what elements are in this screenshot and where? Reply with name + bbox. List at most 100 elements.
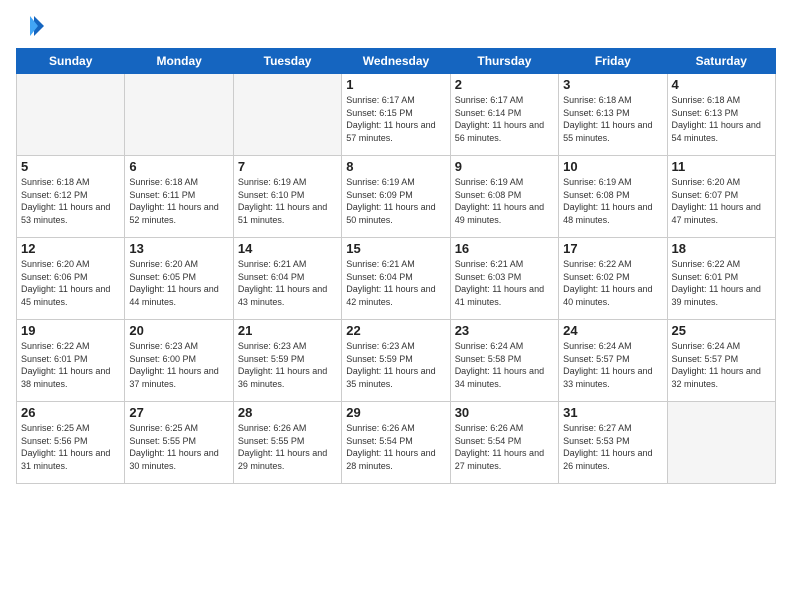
day-number: 27	[129, 405, 228, 420]
day-number: 25	[672, 323, 771, 338]
day-number: 30	[455, 405, 554, 420]
calendar-cell: 28Sunrise: 6:26 AMSunset: 5:55 PMDayligh…	[233, 402, 341, 484]
day-number: 1	[346, 77, 445, 92]
day-number: 20	[129, 323, 228, 338]
calendar-cell: 9 Sunrise: 6:19 AMSunset: 6:08 PMDaylight…	[450, 156, 558, 238]
cell-sun-info: Sunrise: 6:20 AMSunset: 6:07 PMDaylight:…	[672, 176, 771, 226]
cell-sun-info: Sunrise: 6:17 AMSunset: 6:14 PMDaylight:…	[455, 94, 554, 144]
cell-sun-info: Sunrise: 6:19 AMSunset: 6:08 PMDaylight:…	[563, 176, 662, 226]
cell-sun-info: Sunrise: 6:19 AMSunset: 6:09 PMDaylight:…	[346, 176, 445, 226]
day-number: 18	[672, 241, 771, 256]
day-number: 15	[346, 241, 445, 256]
calendar-cell: 10 Sunrise: 6:19 AMSunset: 6:08 PMDayligh…	[559, 156, 667, 238]
day-number: 14	[238, 241, 337, 256]
day-number: 4	[672, 77, 771, 92]
day-number: 23	[455, 323, 554, 338]
calendar-cell	[125, 74, 233, 156]
calendar-day-header: Friday	[559, 49, 667, 74]
cell-sun-info: Sunrise: 6:26 AMSunset: 5:54 PMDaylight:…	[346, 422, 445, 472]
page: SundayMondayTuesdayWednesdayThursdayFrid…	[0, 0, 792, 612]
calendar-cell: 24 Sunrise: 6:24 AMSunset: 5:57 PMDayligh…	[559, 320, 667, 402]
calendar-cell	[233, 74, 341, 156]
cell-sun-info: Sunrise: 6:18 AMSunset: 6:11 PMDaylight:…	[129, 176, 228, 226]
cell-sun-info: Sunrise: 6:21 AMSunset: 6:04 PMDaylight:…	[346, 258, 445, 308]
calendar-header-row: SundayMondayTuesdayWednesdayThursdayFrid…	[17, 49, 776, 74]
day-number: 21	[238, 323, 337, 338]
cell-sun-info: Sunrise: 6:23 AMSunset: 5:59 PMDaylight:…	[346, 340, 445, 390]
calendar-day-header: Tuesday	[233, 49, 341, 74]
calendar-cell: 19 Sunrise: 6:22 AMSunset: 6:01 PMDayligh…	[17, 320, 125, 402]
day-number: 8	[346, 159, 445, 174]
day-number: 17	[563, 241, 662, 256]
cell-sun-info: Sunrise: 6:21 AMSunset: 6:04 PMDaylight:…	[238, 258, 337, 308]
calendar-cell	[667, 402, 775, 484]
logo-icon	[16, 12, 44, 40]
cell-sun-info: Sunrise: 6:27 AMSunset: 5:53 PMDaylight:…	[563, 422, 662, 472]
cell-sun-info: Sunrise: 6:24 AMSunset: 5:57 PMDaylight:…	[672, 340, 771, 390]
cell-sun-info: Sunrise: 6:26 AMSunset: 5:54 PMDaylight:…	[455, 422, 554, 472]
cell-sun-info: Sunrise: 6:18 AMSunset: 6:13 PMDaylight:…	[672, 94, 771, 144]
calendar-cell: 1 Sunrise: 6:17 AMSunset: 6:15 PMDaylight…	[342, 74, 450, 156]
cell-sun-info: Sunrise: 6:19 AMSunset: 6:08 PMDaylight:…	[455, 176, 554, 226]
day-number: 2	[455, 77, 554, 92]
day-number: 10	[563, 159, 662, 174]
cell-sun-info: Sunrise: 6:23 AMSunset: 6:00 PMDaylight:…	[129, 340, 228, 390]
logo	[16, 12, 48, 40]
calendar-cell: 30 Sunrise: 6:26 AMSunset: 5:54 PMDayligh…	[450, 402, 558, 484]
calendar-week-row: 19 Sunrise: 6:22 AMSunset: 6:01 PMDayligh…	[17, 320, 776, 402]
day-number: 19	[21, 323, 120, 338]
day-number: 12	[21, 241, 120, 256]
cell-sun-info: Sunrise: 6:18 AMSunset: 6:13 PMDaylight:…	[563, 94, 662, 144]
calendar-cell: 16Sunrise: 6:21 AMSunset: 6:03 PMDayligh…	[450, 238, 558, 320]
day-number: 11	[672, 159, 771, 174]
calendar-week-row: 26 Sunrise: 6:25 AMSunset: 5:56 PMDayligh…	[17, 402, 776, 484]
calendar-cell: 14 Sunrise: 6:21 AMSunset: 6:04 PMDayligh…	[233, 238, 341, 320]
calendar-cell: 6 Sunrise: 6:18 AMSunset: 6:11 PMDaylight…	[125, 156, 233, 238]
day-number: 16	[455, 241, 554, 256]
calendar-day-header: Thursday	[450, 49, 558, 74]
cell-sun-info: Sunrise: 6:26 AMSunset: 5:55 PMDaylight:…	[238, 422, 337, 472]
calendar-week-row: 1 Sunrise: 6:17 AMSunset: 6:15 PMDaylight…	[17, 74, 776, 156]
cell-sun-info: Sunrise: 6:19 AMSunset: 6:10 PMDaylight:…	[238, 176, 337, 226]
calendar-day-header: Wednesday	[342, 49, 450, 74]
calendar-cell: 20 Sunrise: 6:23 AMSunset: 6:00 PMDayligh…	[125, 320, 233, 402]
calendar-day-header: Sunday	[17, 49, 125, 74]
day-number: 22	[346, 323, 445, 338]
cell-sun-info: Sunrise: 6:23 AMSunset: 5:59 PMDaylight:…	[238, 340, 337, 390]
calendar-cell: 15 Sunrise: 6:21 AMSunset: 6:04 PMDayligh…	[342, 238, 450, 320]
calendar-cell: 12Sunrise: 6:20 AMSunset: 6:06 PMDayligh…	[17, 238, 125, 320]
day-number: 24	[563, 323, 662, 338]
day-number: 6	[129, 159, 228, 174]
calendar-cell: 18 Sunrise: 6:22 AMSunset: 6:01 PMDayligh…	[667, 238, 775, 320]
calendar-cell: 8 Sunrise: 6:19 AMSunset: 6:09 PMDaylight…	[342, 156, 450, 238]
calendar-week-row: 12Sunrise: 6:20 AMSunset: 6:06 PMDayligh…	[17, 238, 776, 320]
calendar-cell: 27 Sunrise: 6:25 AMSunset: 5:55 PMDayligh…	[125, 402, 233, 484]
calendar-cell: 17 Sunrise: 6:22 AMSunset: 6:02 PMDayligh…	[559, 238, 667, 320]
calendar-cell: 29Sunrise: 6:26 AMSunset: 5:54 PMDayligh…	[342, 402, 450, 484]
calendar-cell: 21 Sunrise: 6:23 AMSunset: 5:59 PMDayligh…	[233, 320, 341, 402]
cell-sun-info: Sunrise: 6:24 AMSunset: 5:57 PMDaylight:…	[563, 340, 662, 390]
day-number: 3	[563, 77, 662, 92]
calendar-week-row: 5Sunrise: 6:18 AMSunset: 6:12 PMDaylight…	[17, 156, 776, 238]
cell-sun-info: Sunrise: 6:25 AMSunset: 5:55 PMDaylight:…	[129, 422, 228, 472]
day-number: 9	[455, 159, 554, 174]
calendar-cell: 3 Sunrise: 6:18 AMSunset: 6:13 PMDaylight…	[559, 74, 667, 156]
calendar-cell: 23Sunrise: 6:24 AMSunset: 5:58 PMDayligh…	[450, 320, 558, 402]
day-number: 13	[129, 241, 228, 256]
calendar-cell: 5Sunrise: 6:18 AMSunset: 6:12 PMDaylight…	[17, 156, 125, 238]
calendar-cell: 26 Sunrise: 6:25 AMSunset: 5:56 PMDayligh…	[17, 402, 125, 484]
day-number: 5	[21, 159, 120, 174]
calendar-cell: 4 Sunrise: 6:18 AMSunset: 6:13 PMDaylight…	[667, 74, 775, 156]
cell-sun-info: Sunrise: 6:22 AMSunset: 6:01 PMDaylight:…	[21, 340, 120, 390]
calendar-cell: 22 Sunrise: 6:23 AMSunset: 5:59 PMDayligh…	[342, 320, 450, 402]
calendar-table: SundayMondayTuesdayWednesdayThursdayFrid…	[16, 48, 776, 484]
cell-sun-info: Sunrise: 6:22 AMSunset: 6:01 PMDaylight:…	[672, 258, 771, 308]
cell-sun-info: Sunrise: 6:20 AMSunset: 6:05 PMDaylight:…	[129, 258, 228, 308]
calendar-cell: 7 Sunrise: 6:19 AMSunset: 6:10 PMDaylight…	[233, 156, 341, 238]
day-number: 7	[238, 159, 337, 174]
day-number: 26	[21, 405, 120, 420]
cell-sun-info: Sunrise: 6:17 AMSunset: 6:15 PMDaylight:…	[346, 94, 445, 144]
calendar-cell: 25 Sunrise: 6:24 AMSunset: 5:57 PMDayligh…	[667, 320, 775, 402]
cell-sun-info: Sunrise: 6:22 AMSunset: 6:02 PMDaylight:…	[563, 258, 662, 308]
cell-sun-info: Sunrise: 6:25 AMSunset: 5:56 PMDaylight:…	[21, 422, 120, 472]
